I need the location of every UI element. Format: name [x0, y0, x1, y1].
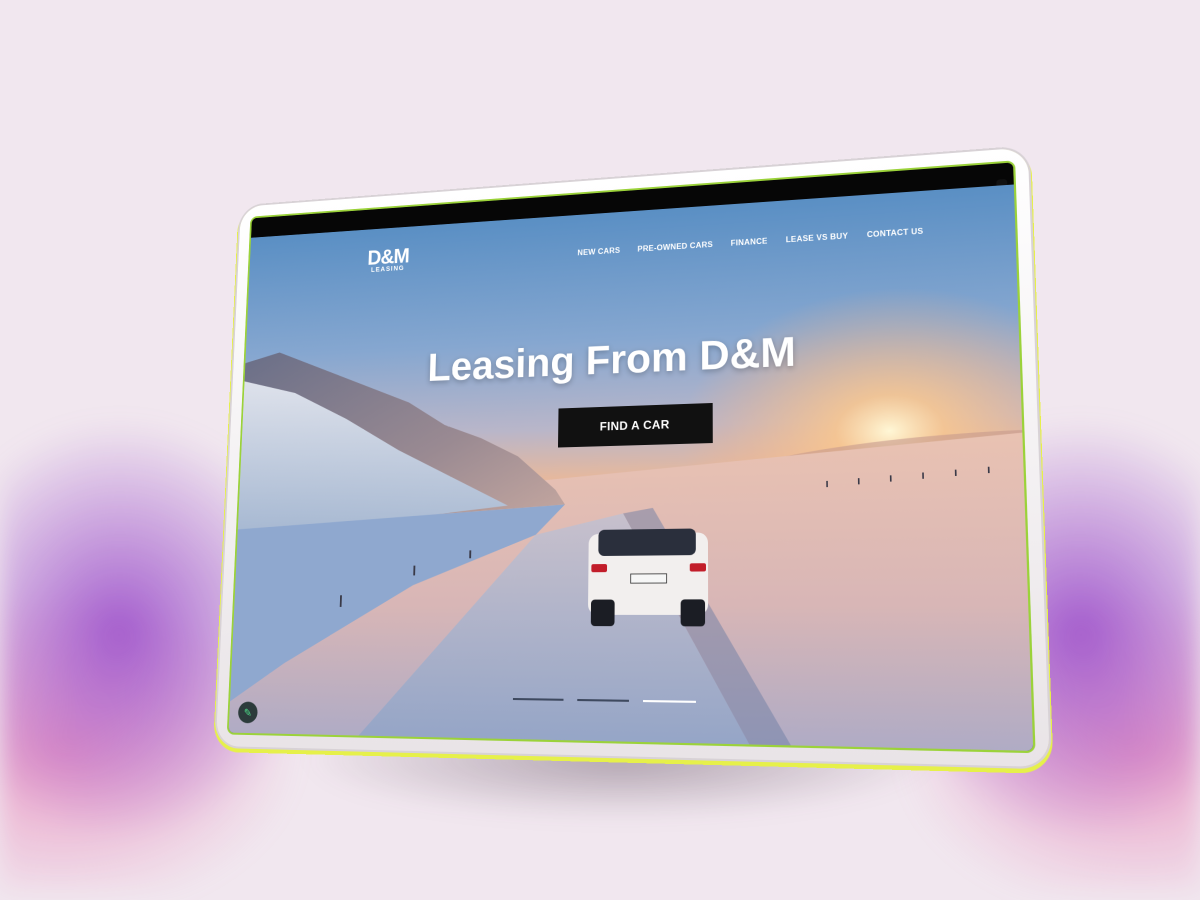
nav-new-cars[interactable]: NEW CARS	[577, 246, 620, 257]
nav-finance[interactable]: FINANCE	[731, 237, 768, 248]
nav-contact-us[interactable]: CONTACT US	[867, 227, 924, 240]
find-a-car-button[interactable]: FIND A CAR	[557, 402, 713, 448]
nav-links: NEW CARS PRE-OWNED CARS FINANCE LEASE VS…	[577, 227, 923, 258]
nav-lease-vs-buy[interactable]: LEASE VS BUY	[786, 231, 849, 244]
tablet-device: D&M LEASING NEW CARS PRE-OWNED CARS FINA…	[215, 147, 1051, 768]
car-image	[587, 528, 709, 627]
tablet-screen: D&M LEASING NEW CARS PRE-OWNED CARS FINA…	[226, 160, 1036, 754]
nav-pre-owned-cars[interactable]: PRE-OWNED CARS	[637, 240, 712, 253]
hero-section: D&M LEASING NEW CARS PRE-OWNED CARS FINA…	[228, 184, 1034, 751]
brand-logo[interactable]: D&M LEASING	[367, 244, 409, 275]
pencil-icon: ✎	[243, 706, 253, 719]
logo-subtitle: LEASING	[370, 265, 405, 274]
